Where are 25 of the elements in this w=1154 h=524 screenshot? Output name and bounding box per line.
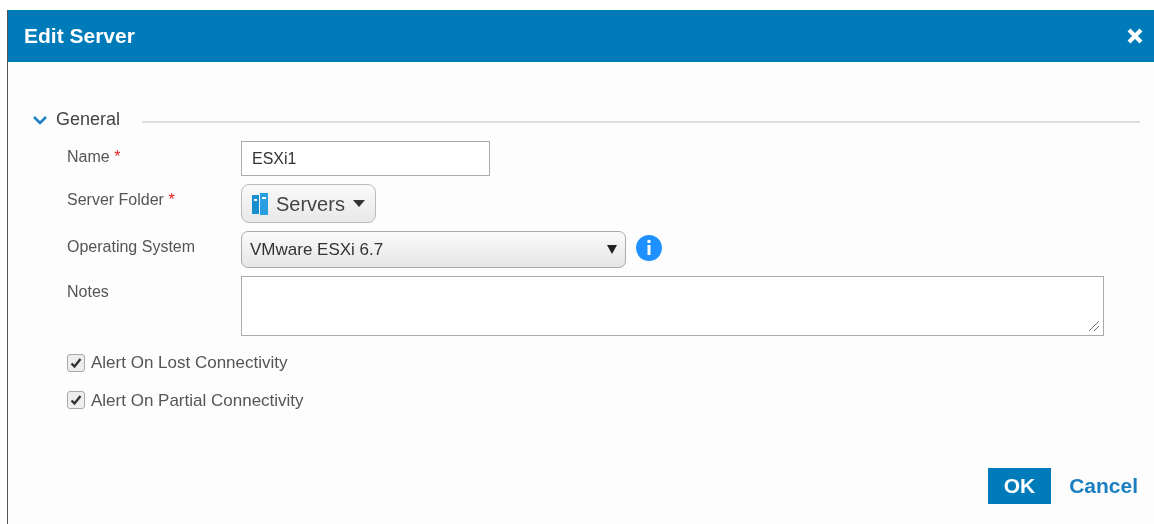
resize-handle-icon[interactable] bbox=[1088, 320, 1100, 332]
folder-dropdown[interactable]: Servers bbox=[241, 184, 376, 223]
close-icon[interactable] bbox=[1126, 27, 1144, 45]
notes-field[interactable] bbox=[241, 276, 1104, 336]
field-label: Name bbox=[67, 148, 110, 165]
checkbox-label: Alert On Lost Connectivity bbox=[91, 352, 288, 374]
info-icon[interactable] bbox=[636, 235, 662, 261]
caret-icon bbox=[352, 199, 365, 208]
checkbox-label: Alert On Partial Connectivity bbox=[91, 389, 304, 412]
section-title: General bbox=[56, 108, 121, 131]
dialog-title: Edit Server bbox=[24, 23, 135, 50]
field-label: Notes bbox=[67, 283, 109, 300]
checkbox[interactable] bbox=[67, 353, 85, 372]
ok-button[interactable]: OK bbox=[987, 468, 1052, 504]
field-label: Operating System bbox=[67, 238, 196, 255]
required-mark: * bbox=[168, 191, 175, 208]
os-select[interactable]: VMware ESXi 6.7 bbox=[241, 231, 626, 268]
server-icon bbox=[252, 192, 268, 215]
caret-icon bbox=[607, 245, 617, 254]
checkbox[interactable] bbox=[67, 391, 85, 410]
name-field[interactable]: ESXi1 bbox=[241, 141, 490, 176]
required-mark: * bbox=[114, 148, 121, 165]
field-label: Server Folder bbox=[67, 191, 164, 208]
cancel-link[interactable]: Cancel bbox=[1069, 470, 1138, 502]
chevron-icon[interactable] bbox=[32, 113, 48, 126]
